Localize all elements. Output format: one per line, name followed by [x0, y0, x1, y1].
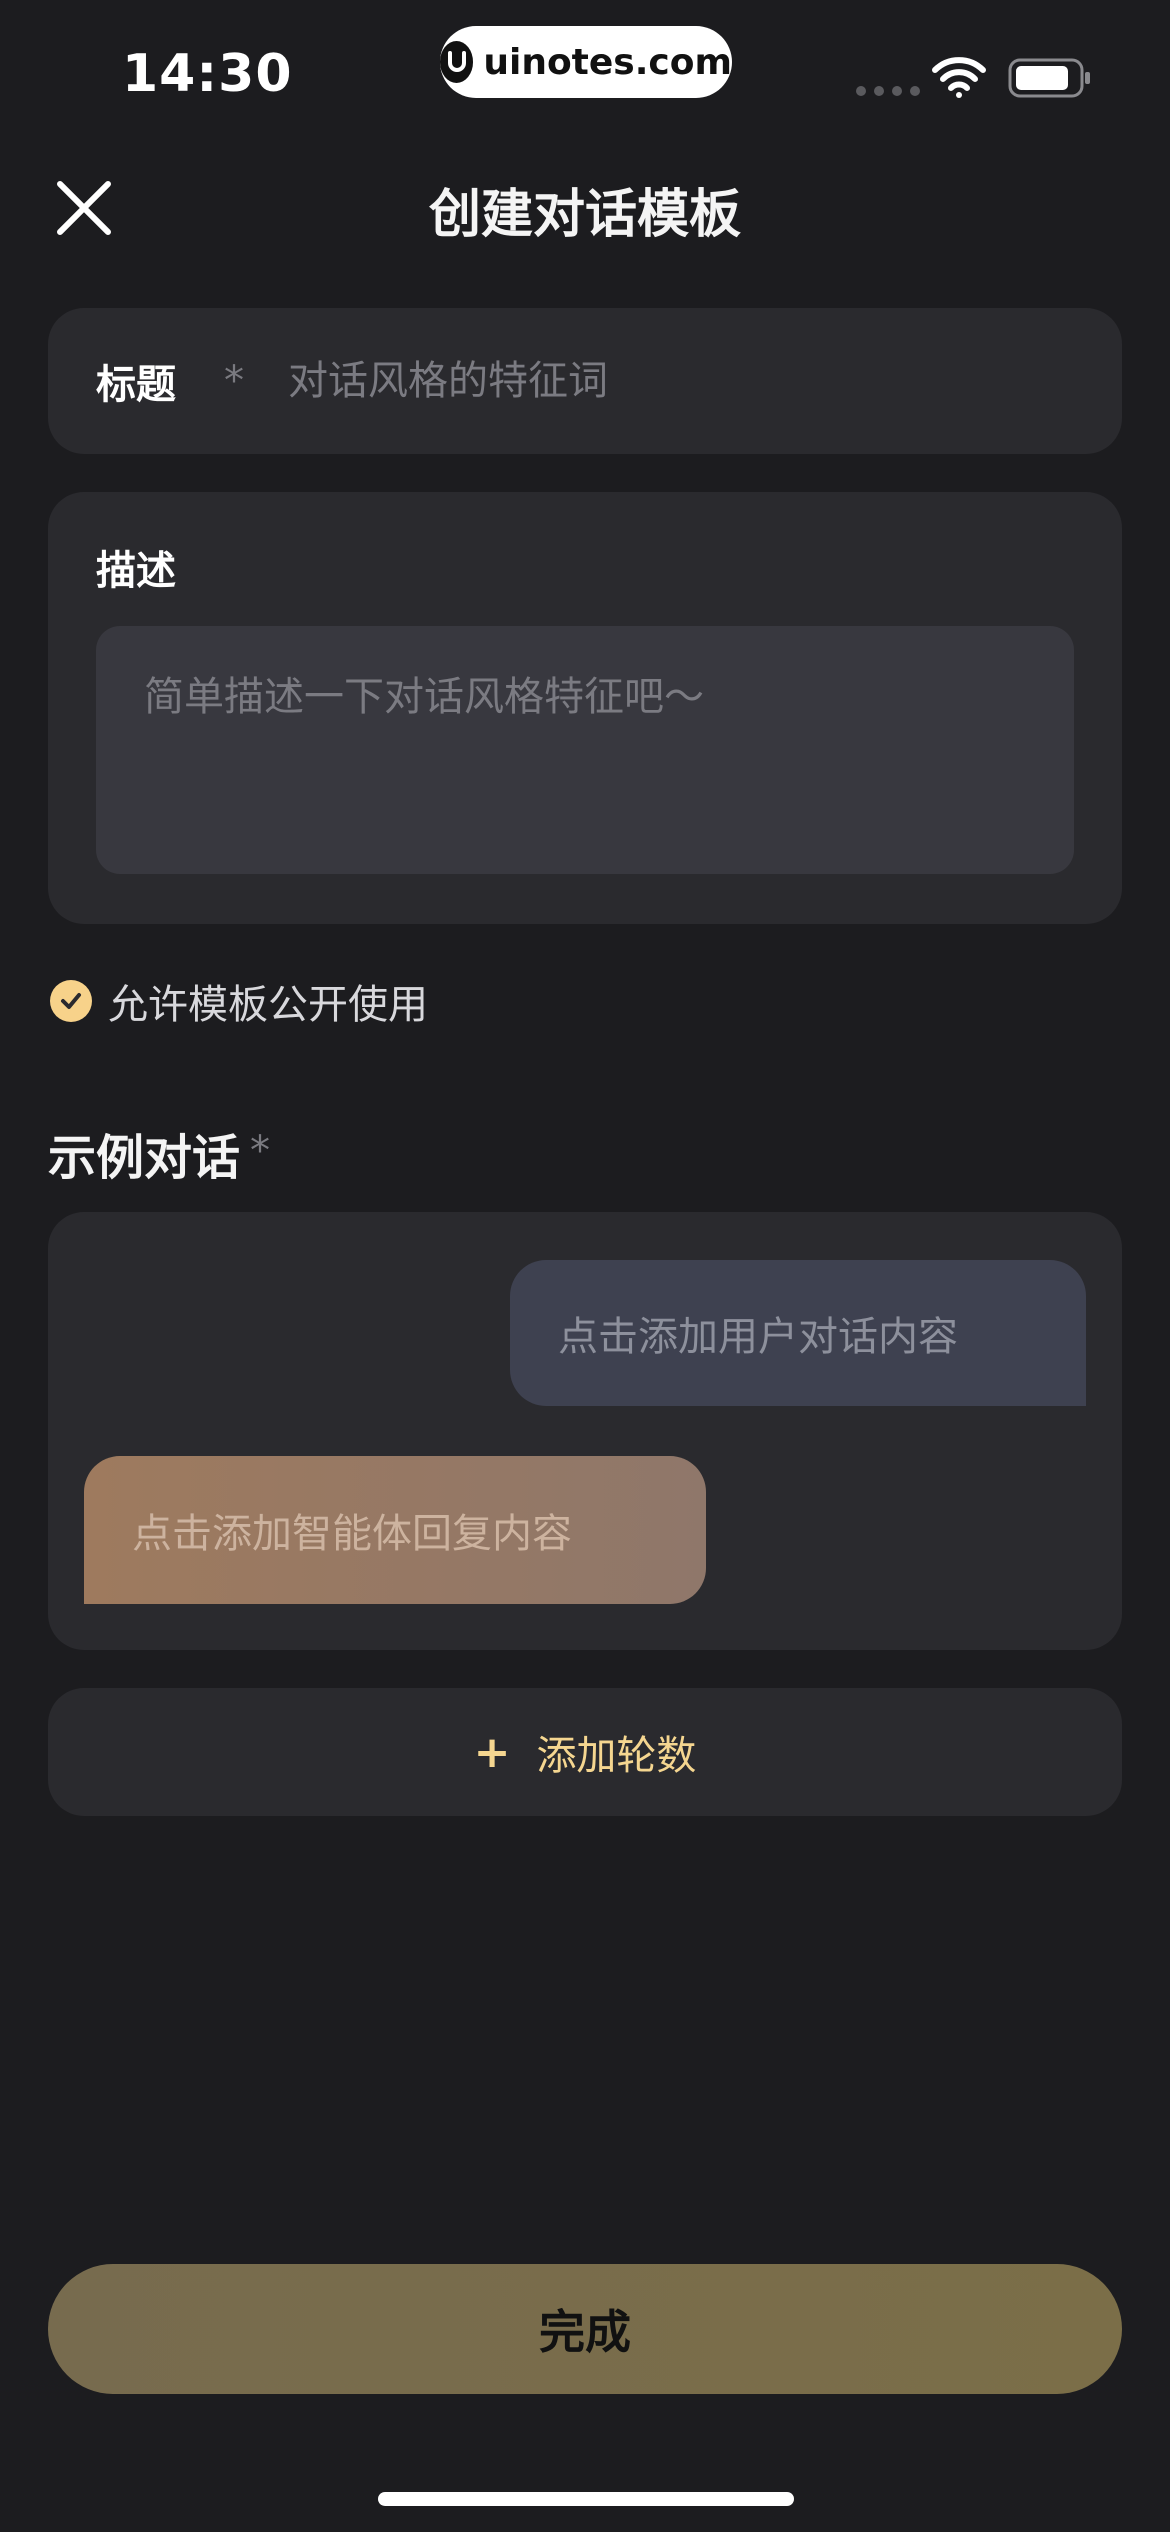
watermark-text: uinotes.com [483, 41, 732, 83]
home-indicator [378, 2492, 794, 2506]
title-input[interactable] [288, 358, 988, 404]
title-card: 标题 * [48, 308, 1122, 454]
watermark-badge: uinotes.com [440, 26, 732, 98]
watermark-logo-icon [440, 41, 474, 83]
description-input[interactable] [96, 626, 1074, 874]
description-card: 描述 [48, 492, 1122, 924]
page-title: 创建对话模板 [428, 185, 741, 245]
status-time: 14:30 [122, 44, 293, 104]
user-message-bubble[interactable]: 点击添加用户对话内容 [510, 1260, 1086, 1406]
title-label: 标题 [96, 362, 176, 408]
public-option[interactable]: 允许模板公开使用 [50, 972, 428, 1030]
plus-icon: + [473, 1726, 511, 1778]
add-round-button[interactable]: + 添加轮数 [48, 1688, 1122, 1816]
description-label: 描述 [96, 548, 176, 594]
add-round-label: 添加轮数 [536, 1733, 697, 1779]
public-option-label: 允许模板公开使用 [108, 982, 428, 1028]
wifi-icon [932, 57, 986, 98]
signal-dots-icon [856, 86, 920, 96]
example-dialog-card: 点击添加用户对话内容 点击添加智能体回复内容 [48, 1212, 1122, 1650]
done-button[interactable]: 完成 [48, 2264, 1122, 2394]
screen: 14:30 uinotes.com 创建对话模板 标题 * 描述 [0, 0, 1170, 2532]
battery-icon [1008, 58, 1090, 98]
example-dialog-required-mark: * [250, 1128, 270, 1174]
example-dialog-title: 示例对话 [48, 1130, 241, 1186]
title-required-mark: * [224, 358, 244, 404]
agent-reply-bubble[interactable]: 点击添加智能体回复内容 [84, 1456, 706, 1604]
checkmark-icon[interactable] [50, 980, 92, 1022]
